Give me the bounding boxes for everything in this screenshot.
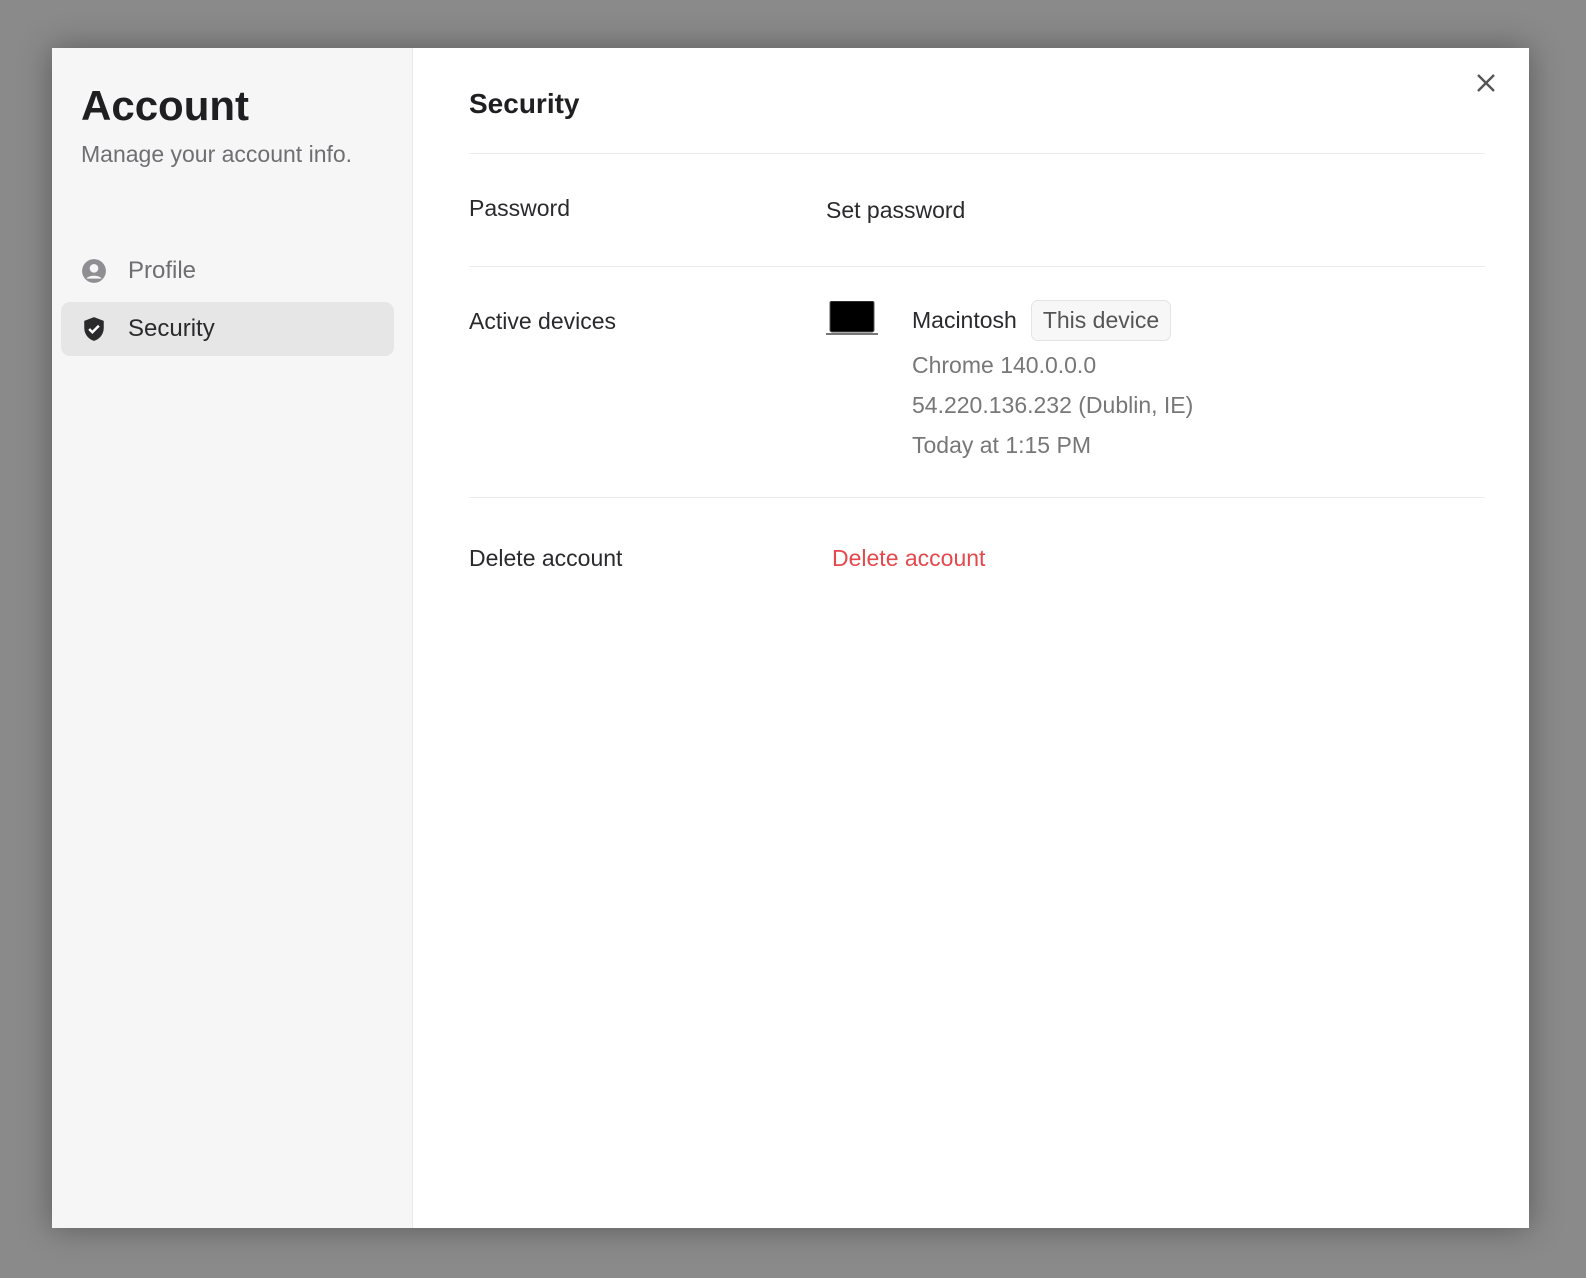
- sidebar-subtitle: Manage your account info.: [81, 141, 353, 167]
- device-name: Macintosh: [912, 307, 1017, 333]
- this-device-badge: This device: [1030, 300, 1172, 341]
- sidebar-item-security[interactable]: Security: [61, 302, 394, 356]
- sidebar-item-profile[interactable]: Profile: [61, 244, 394, 298]
- divider: [469, 153, 1485, 154]
- security-panel: Security Password Set password Active de…: [413, 48, 1529, 1228]
- user-circle-icon: [81, 258, 107, 284]
- sidebar-title: Account: [81, 82, 249, 129]
- active-devices-label: Active devices: [469, 308, 617, 334]
- delete-account-button[interactable]: Delete account: [832, 545, 985, 572]
- account-modal: Account Manage your account info. Profil…: [52, 48, 1529, 1228]
- sidebar-item-label: Profile: [128, 257, 197, 284]
- close-button[interactable]: [1471, 68, 1501, 98]
- device-row: Macintosh This device: [912, 300, 1172, 341]
- close-icon: [1477, 74, 1495, 92]
- device-browser: Chrome 140.0.0.0: [912, 352, 1097, 378]
- laptop-icon: [826, 300, 878, 342]
- page-title: Security: [469, 88, 580, 119]
- set-password-button[interactable]: Set password: [826, 197, 965, 224]
- shield-check-icon: [81, 316, 107, 342]
- sidebar-item-label: Security: [128, 315, 215, 342]
- divider: [469, 266, 1485, 267]
- device-last-active: Today at 1:15 PM: [912, 432, 1091, 458]
- password-label: Password: [469, 195, 570, 221]
- device-ip: 54.220.136.232 (Dublin, IE): [912, 392, 1194, 418]
- sidebar: Account Manage your account info. Profil…: [52, 48, 413, 1228]
- delete-account-label: Delete account: [469, 545, 623, 571]
- divider: [469, 497, 1485, 498]
